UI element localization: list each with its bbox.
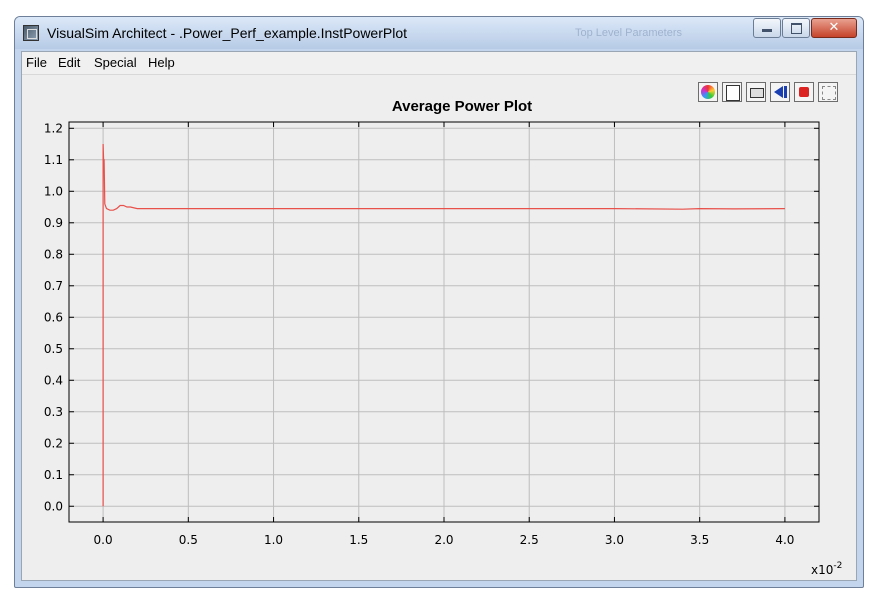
x-tick-label: 3.5	[690, 533, 709, 547]
y-tick-label: 0.4	[44, 373, 63, 387]
close-icon: ✕	[828, 20, 840, 35]
y-tick-label: 0.0	[44, 499, 63, 513]
x-tick-label: 4.0	[775, 533, 794, 547]
x-tick-label: 1.5	[349, 533, 368, 547]
window-title: VisualSim Architect - .Power_Perf_exampl…	[47, 25, 408, 41]
y-tick-label: 1.0	[44, 184, 63, 198]
title-bar[interactable]: VisualSim Architect - .Power_Perf_exampl…	[15, 17, 863, 49]
y-tick-label: 1.1	[44, 153, 63, 167]
app-icon	[23, 25, 39, 41]
y-tick-label: 1.2	[44, 121, 63, 135]
x-tick-label: 1.0	[264, 533, 283, 547]
close-button[interactable]: ✕	[811, 18, 857, 38]
average-power-plot[interactable]: 0.00.10.20.30.40.50.60.70.80.91.01.11.2 …	[22, 52, 858, 582]
x-tick-label: 0.5	[179, 533, 198, 547]
maximize-icon	[791, 23, 802, 34]
minimize-button[interactable]	[753, 18, 781, 38]
minimize-icon	[762, 29, 772, 32]
y-tick-label: 0.9	[44, 216, 63, 230]
app-window: VisualSim Architect - .Power_Perf_exampl…	[14, 16, 864, 588]
y-tick-label: 0.5	[44, 342, 63, 356]
y-tick-label: 0.7	[44, 279, 63, 293]
x-tick-label: 3.0	[605, 533, 624, 547]
maximize-button[interactable]	[782, 18, 810, 38]
y-tick-label: 0.2	[44, 436, 63, 450]
x-multiplier-base: x10	[811, 563, 833, 577]
x-tick-label: 2.5	[520, 533, 539, 547]
y-tick-label: 0.3	[44, 405, 63, 419]
y-tick-label: 0.6	[44, 310, 63, 324]
x-tick-label: 0.0	[94, 533, 113, 547]
x-tick-label: 2.0	[434, 533, 453, 547]
plot-grid	[69, 122, 819, 522]
plot-window-client: File Edit Special Help Average Power Plo…	[21, 51, 857, 581]
background-window-title: Top Level Parameters	[575, 27, 682, 39]
y-tick-label: 0.1	[44, 468, 63, 482]
y-tick-label: 0.8	[44, 247, 63, 261]
window-controls: ✕	[752, 18, 857, 38]
x-multiplier-exponent: -2	[833, 561, 842, 571]
x-axis-multiplier: x10-2	[811, 561, 842, 577]
